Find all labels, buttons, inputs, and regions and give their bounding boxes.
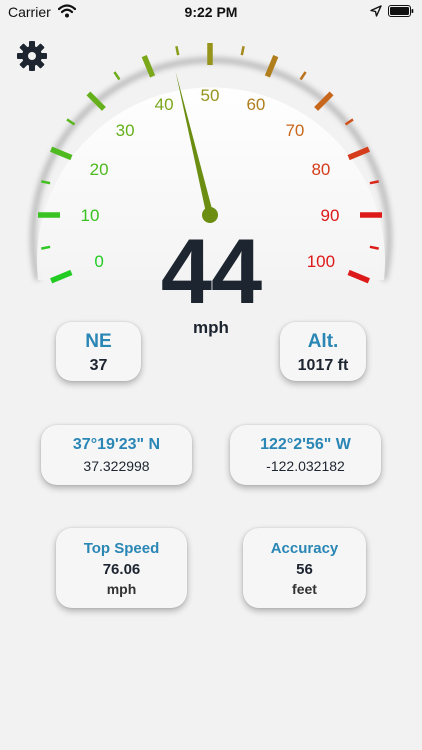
heading-degrees: 37: [89, 357, 108, 374]
tick-label: 20: [90, 160, 109, 179]
accuracy-card[interactable]: Accuracy 56 feet: [243, 528, 366, 608]
top-speed-value: 76.06: [102, 561, 141, 578]
latitude-dms: 37°19'23" N: [72, 436, 161, 453]
altitude-title: Alt.: [307, 331, 339, 352]
top-speed-unit: mph: [106, 581, 137, 597]
tick-label: 30: [116, 121, 135, 140]
tick-label: 80: [311, 160, 330, 179]
longitude-card[interactable]: 122°2'56" W -122.032182: [230, 425, 381, 485]
altitude-value: 1017 ft: [297, 357, 349, 374]
current-speed: 44: [160, 221, 262, 323]
heading-direction: NE: [85, 331, 112, 352]
minor-tick: [175, 46, 180, 56]
tick-label: 70: [285, 121, 304, 140]
minor-tick: [41, 180, 51, 185]
major-tick: [347, 146, 370, 161]
top-speed-card[interactable]: Top Speed 76.06 mph: [56, 528, 187, 608]
latitude-card[interactable]: 37°19'23" N 37.322998: [41, 425, 192, 485]
latitude-decimal: 37.322998: [83, 458, 150, 474]
tick-label: 40: [155, 95, 174, 114]
accuracy-title: Accuracy: [270, 540, 339, 557]
minor-tick: [113, 71, 121, 81]
gear-icon[interactable]: [16, 40, 48, 72]
altitude-card[interactable]: Alt. 1017 ft: [280, 322, 366, 381]
heading-card[interactable]: NE 37: [56, 322, 141, 381]
tick-label: 50: [201, 86, 220, 105]
accuracy-value: 56: [296, 561, 313, 578]
top-speed-title: Top Speed: [83, 540, 160, 557]
minor-tick: [240, 46, 245, 56]
minor-tick: [299, 71, 307, 81]
tick-label: 60: [246, 95, 265, 114]
longitude-dms: 122°2'56" W: [260, 436, 351, 453]
longitude-decimal: -122.032182: [266, 458, 345, 474]
minor-tick: [369, 180, 379, 185]
accuracy-unit: feet: [292, 581, 317, 597]
